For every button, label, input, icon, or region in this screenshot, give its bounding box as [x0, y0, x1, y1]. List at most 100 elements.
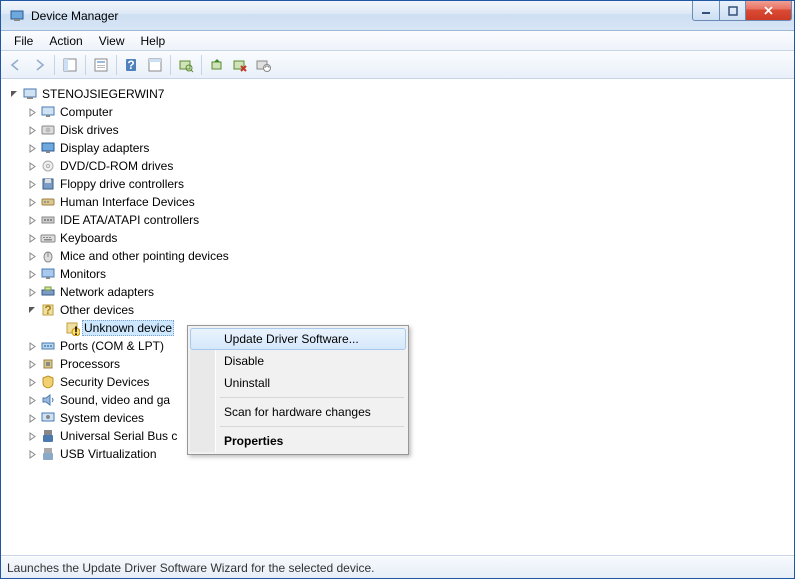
menu-help[interactable]: Help: [134, 32, 173, 50]
usb-icon: [40, 428, 56, 444]
tree-node[interactable]: Keyboards: [3, 229, 790, 247]
expand-icon[interactable]: [27, 179, 38, 190]
tree-root[interactable]: STENOJSIEGERWIN7: [3, 85, 790, 103]
menu-update-driver[interactable]: Update Driver Software...: [190, 328, 406, 350]
port-icon: [40, 338, 56, 354]
computer-icon: [22, 86, 38, 102]
expand-icon[interactable]: [27, 143, 38, 154]
menu-disable[interactable]: Disable: [190, 350, 406, 372]
computer-icon: [40, 104, 56, 120]
device-manager-window: Device Manager File Action View Help ? S…: [0, 0, 795, 579]
menu-uninstall[interactable]: Uninstall: [190, 372, 406, 394]
cpu-icon: [40, 356, 56, 372]
scan-hardware-button[interactable]: [175, 54, 197, 76]
expand-icon[interactable]: [27, 269, 38, 280]
expand-icon[interactable]: [27, 431, 38, 442]
tree-node[interactable]: Monitors: [3, 265, 790, 283]
tree-label: System devices: [60, 411, 144, 425]
statusbar-text: Launches the Update Driver Software Wiza…: [7, 561, 375, 575]
device-tree-pane[interactable]: STENOJSIEGERWIN7 Computer Disk drives Displ…: [1, 79, 794, 556]
svg-text:?: ?: [127, 58, 134, 72]
uninstall-button[interactable]: [229, 54, 251, 76]
menu-action[interactable]: Action: [42, 32, 89, 50]
floppy-icon: [40, 176, 56, 192]
tree-node[interactable]: Computer: [3, 103, 790, 121]
usbv-icon: [40, 446, 56, 462]
tree-label: Disk drives: [60, 123, 119, 137]
toolbar-separator: [54, 55, 55, 75]
tree-label: DVD/CD-ROM drives: [60, 159, 173, 173]
svg-text:!: !: [74, 324, 78, 336]
menu-properties[interactable]: Properties: [190, 430, 406, 452]
expand-icon[interactable]: [27, 449, 38, 460]
expand-icon[interactable]: [27, 161, 38, 172]
menu-scan-hardware[interactable]: Scan for hardware changes: [190, 401, 406, 423]
tree-label: Display adapters: [60, 141, 149, 155]
menu-file[interactable]: File: [7, 32, 40, 50]
expand-icon[interactable]: [27, 341, 38, 352]
expand-icon[interactable]: [27, 125, 38, 136]
tree-node[interactable]: Network adapters: [3, 283, 790, 301]
expand-icon[interactable]: [27, 233, 38, 244]
disk-icon: [40, 122, 56, 138]
refresh-button[interactable]: [144, 54, 166, 76]
menu-item-label: Disable: [224, 354, 264, 368]
minimize-button[interactable]: [692, 1, 720, 21]
mouse-icon: [40, 248, 56, 264]
tree-node[interactable]: IDE ATA/ATAPI controllers: [3, 211, 790, 229]
expand-icon[interactable]: [27, 413, 38, 424]
tree-node[interactable]: Mice and other pointing devices: [3, 247, 790, 265]
tree-label: Floppy drive controllers: [60, 177, 184, 191]
menu-item-label: Properties: [224, 434, 283, 448]
menu-separator: [220, 397, 404, 398]
tree-node[interactable]: Human Interface Devices: [3, 193, 790, 211]
tree-label: Human Interface Devices: [60, 195, 195, 209]
tree-node[interactable]: ?Other devices: [3, 301, 790, 319]
display-icon: [40, 140, 56, 156]
app-icon: [9, 8, 25, 24]
collapse-icon[interactable]: [27, 305, 38, 316]
window-controls: [692, 1, 792, 21]
expand-icon[interactable]: [27, 377, 38, 388]
properties-button[interactable]: [90, 54, 112, 76]
collapse-icon[interactable]: [9, 89, 20, 100]
ide-icon: [40, 212, 56, 228]
monitor-icon: [40, 266, 56, 282]
menu-item-label: Uninstall: [224, 376, 270, 390]
context-menu: Update Driver Software... Disable Uninst…: [187, 325, 409, 455]
keyboard-icon: [40, 230, 56, 246]
tree-label: Network adapters: [60, 285, 154, 299]
help-button[interactable]: ?: [121, 54, 143, 76]
forward-button[interactable]: [28, 54, 50, 76]
maximize-button[interactable]: [720, 1, 746, 21]
menu-view[interactable]: View: [92, 32, 132, 50]
expand-icon[interactable]: [27, 287, 38, 298]
tree-node[interactable]: Floppy drive controllers: [3, 175, 790, 193]
titlebar[interactable]: Device Manager: [1, 1, 794, 31]
tree-node[interactable]: DVD/CD-ROM drives: [3, 157, 790, 175]
update-driver-button[interactable]: [206, 54, 228, 76]
svg-text:?: ?: [44, 303, 51, 317]
security-icon: [40, 374, 56, 390]
tree-label: USB Virtualization: [60, 447, 157, 461]
tree-label: Universal Serial Bus c: [60, 429, 177, 443]
expand-icon[interactable]: [27, 359, 38, 370]
network-icon: [40, 284, 56, 300]
tree-label: STENOJSIEGERWIN7: [42, 87, 164, 101]
disable-button[interactable]: [252, 54, 274, 76]
unknown-icon: !: [64, 320, 80, 336]
expand-icon[interactable]: [27, 395, 38, 406]
tree-label: Monitors: [60, 267, 106, 281]
expand-icon[interactable]: [27, 215, 38, 226]
tree-node[interactable]: Display adapters: [3, 139, 790, 157]
expand-icon[interactable]: [27, 107, 38, 118]
toolbar-separator: [85, 55, 86, 75]
close-button[interactable]: [746, 1, 792, 21]
back-button[interactable]: [5, 54, 27, 76]
window-title: Device Manager: [31, 9, 692, 23]
show-console-tree-button[interactable]: [59, 54, 81, 76]
tree-label: Keyboards: [60, 231, 117, 245]
expand-icon[interactable]: [27, 197, 38, 208]
tree-node[interactable]: Disk drives: [3, 121, 790, 139]
expand-icon[interactable]: [27, 251, 38, 262]
